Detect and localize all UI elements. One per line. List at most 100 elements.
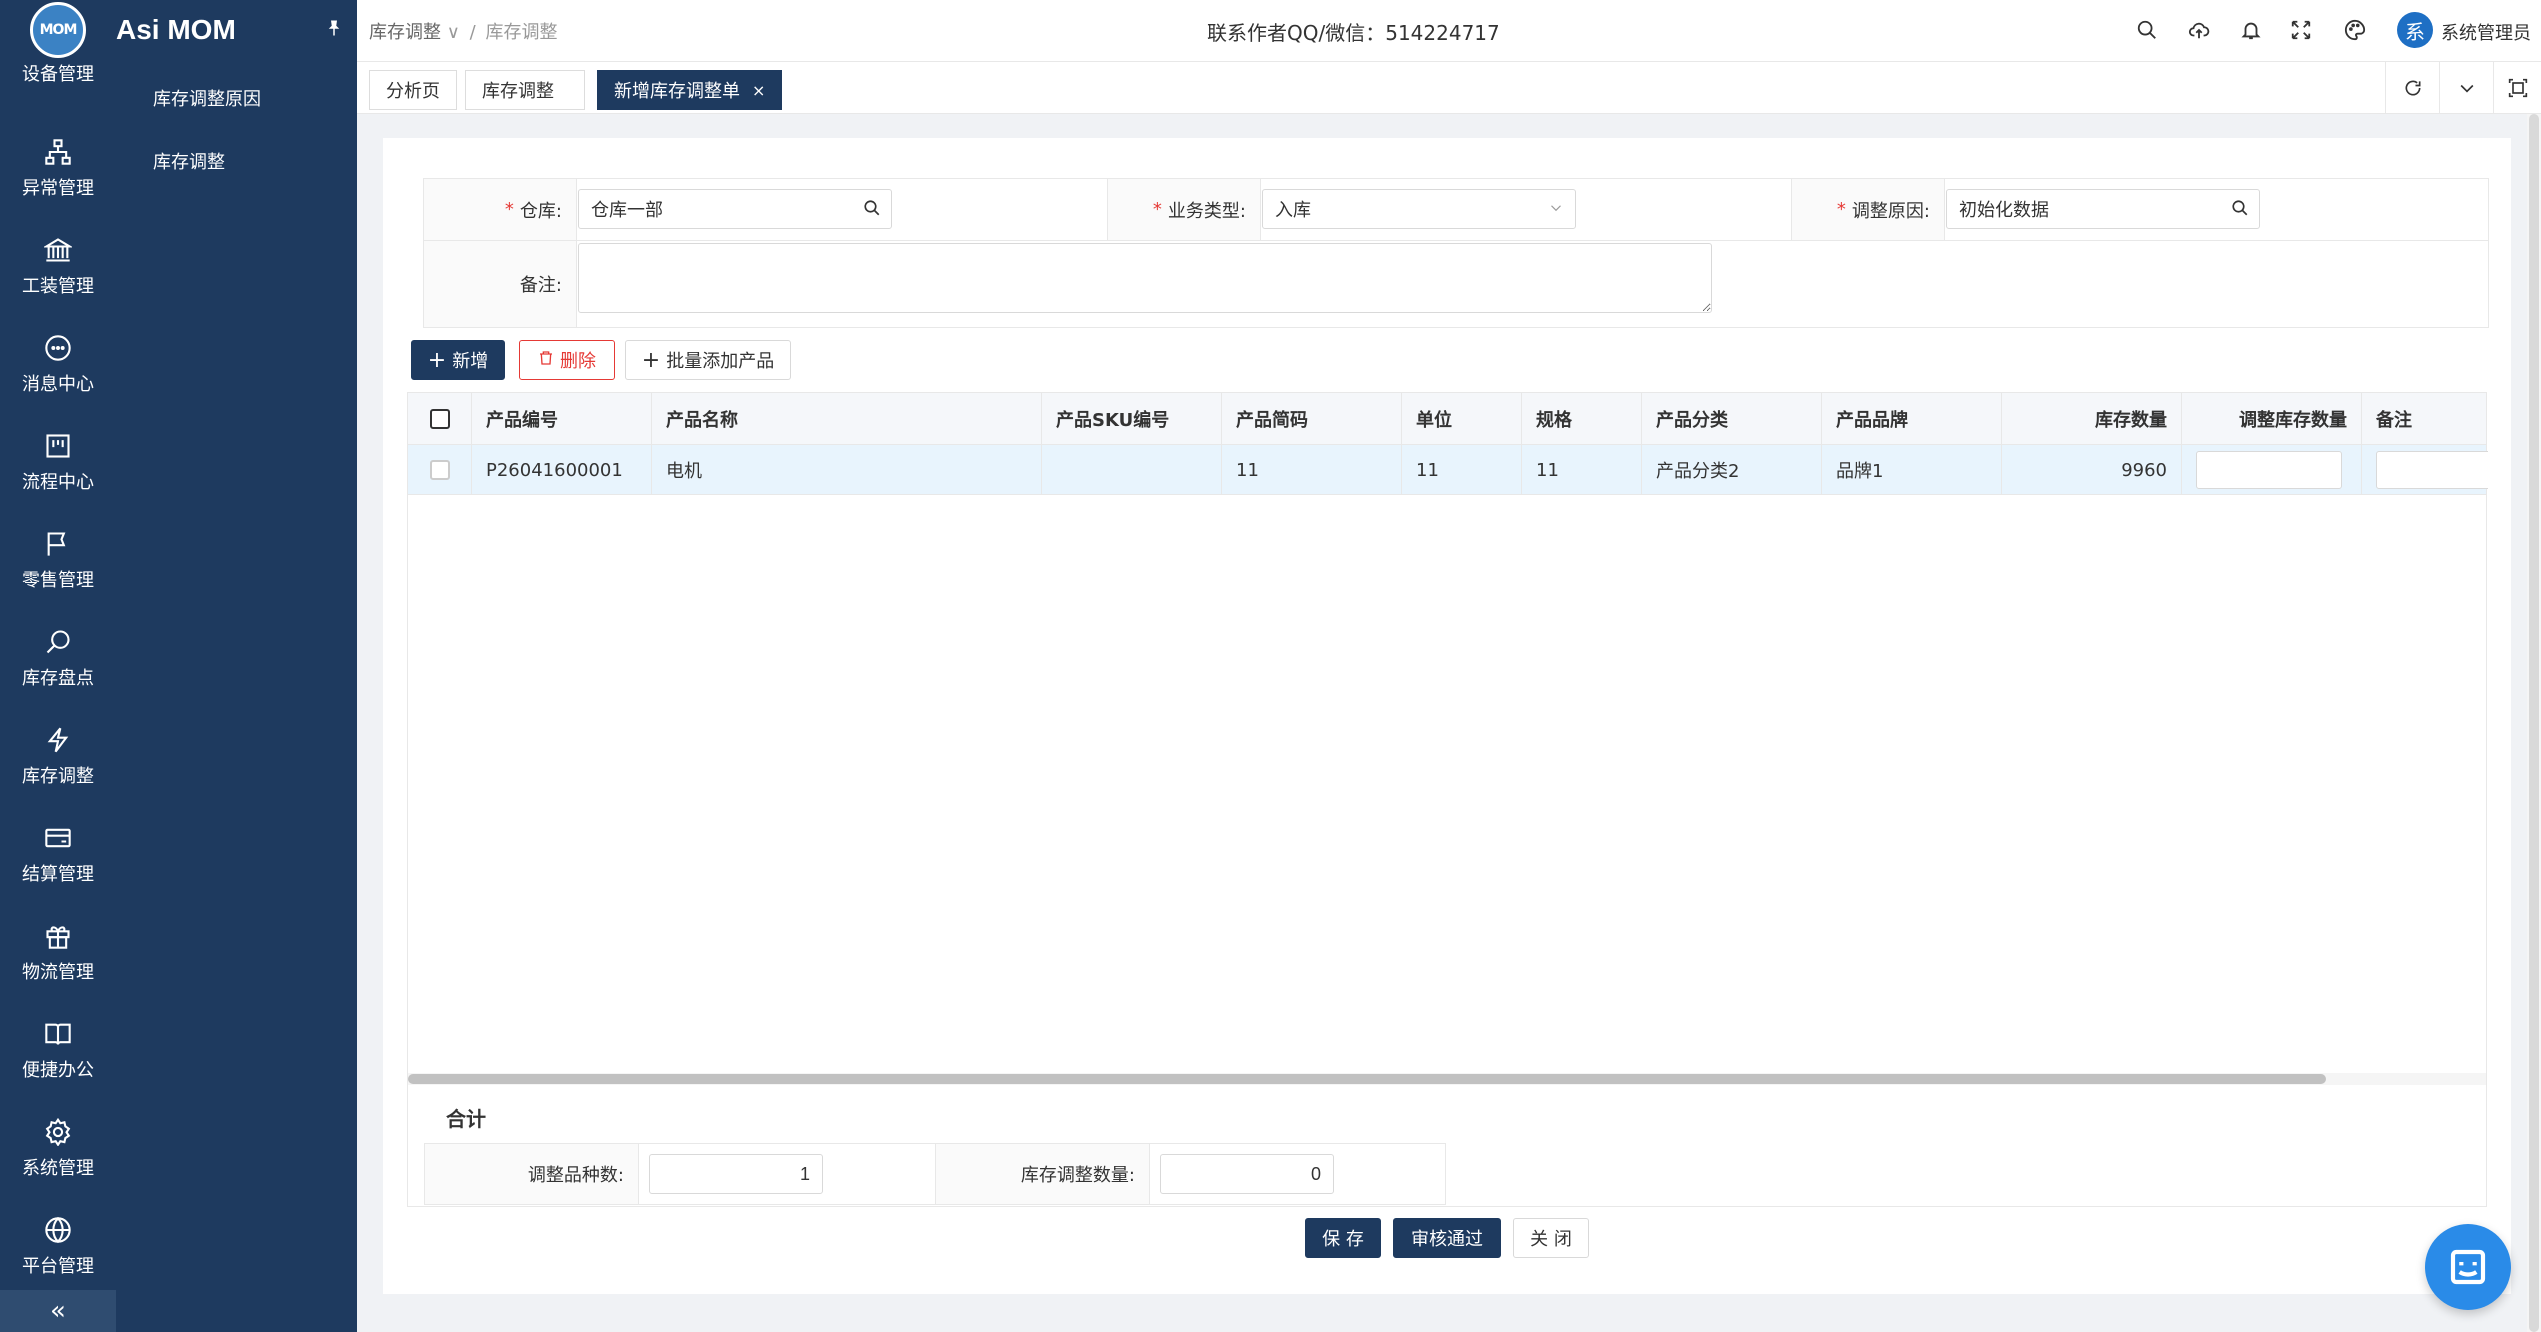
main-panel: * 仓库: 仓库一部 * 业务类型: 入库 * 调整原因: 初始化数据 备注: + 新 [383,138,2511,1294]
lightning-icon [47,727,69,753]
warehouse-label: * 仓库: [424,179,577,240]
column-header[interactable]: 产品名称 [652,393,1042,445]
flag-icon [47,532,66,556]
batch-add-button[interactable]: + 批量添加产品 [625,340,791,380]
rail-item-logistics[interactable]: 物流管理 [0,904,116,1002]
cell-stock: 9960 [2002,445,2182,495]
refresh-icon[interactable] [2385,62,2439,114]
rail-item-tooling[interactable]: 工装管理 [0,218,116,316]
breadcrumb-item[interactable]: 库存调整 [369,22,441,43]
business-type-select[interactable]: 入库 [1262,189,1576,229]
search-icon[interactable] [2133,16,2161,44]
column-header[interactable]: 备注 [2362,393,2488,445]
fullscreen-icon[interactable] [2287,16,2315,44]
rail-item-stocktake[interactable]: 库存盘点 [0,610,116,708]
sub-menu: Asi MOM 库存调整原因 库存调整 [116,0,357,1332]
rail-item-settlement[interactable]: 结算管理 [0,806,116,904]
cell-brand: 品牌1 [1822,445,2002,495]
column-header[interactable]: 单位 [1402,393,1522,445]
submenu-item-adjust-reason[interactable]: 库存调整原因 [153,85,261,111]
adjust-qty-input[interactable] [2196,451,2342,489]
rail-item-flow[interactable]: 流程中心 [0,414,116,512]
bell-icon[interactable] [2237,16,2265,44]
breadcrumb-separator: / [469,22,476,43]
save-button[interactable]: 保 存 [1305,1218,1381,1258]
tab-analysis[interactable]: 分析页 [369,70,457,110]
breadcrumb-item: 库存调整 [485,22,558,43]
rail-item-platform[interactable]: 平台管理 [0,1198,116,1296]
avatar[interactable]: 系 [2397,12,2433,48]
pin-icon[interactable] [325,19,343,42]
remark-label: 备注: [424,241,577,327]
warehouse-field[interactable]: 仓库一部 [578,189,892,229]
maximize-icon[interactable] [2493,62,2541,114]
chevron-down-icon: ∨ [446,22,460,43]
tab-new-adjust-order[interactable]: 新增库存调整单 × [597,70,783,110]
summary-box: 调整品种数: 库存调整数量: [424,1143,1446,1205]
qty-label: 库存调整数量: [936,1144,1150,1204]
rail-item-message[interactable]: 消息中心 [0,316,116,414]
remark-textarea[interactable] [578,243,1712,313]
cell-spec: 11 [1522,445,1642,495]
rail-item-device[interactable]: 设备管理 [0,22,116,92]
reason-field[interactable]: 初始化数据 [1946,189,2260,229]
gear-icon [45,1118,71,1146]
plus-icon: + [427,347,447,373]
approve-button[interactable]: 审核通过 [1393,1218,1501,1258]
reason-label: * 调整原因: [1792,179,1945,240]
robot-icon [2450,1249,2486,1285]
form-row: 备注: [424,241,2488,327]
search-check-icon [46,630,70,654]
kinds-field[interactable] [649,1154,823,1194]
column-header[interactable]: 产品编号 [472,393,652,445]
rail-item-system[interactable]: 系统管理 [0,1100,116,1198]
column-header[interactable]: 产品简码 [1222,393,1402,445]
collapse-button[interactable]: « [0,1290,116,1332]
trash-icon [538,350,554,371]
cell-adjust-qty [2182,445,2362,495]
rail-item-stock-adjust[interactable]: 库存调整 [0,708,116,806]
rail-item-retail[interactable]: 零售管理 [0,512,116,610]
form-row: * 仓库: 仓库一部 * 业务类型: 入库 * 调整原因: 初始化数据 [424,179,2488,241]
tab-stock-adjust[interactable]: 库存调整 [465,70,585,110]
top-header: 库存调整 ∨ / 库存调整 联系作者QQ/微信：514224717 系 系统管理… [357,0,2541,62]
column-header[interactable]: 调整库存数量 [2182,393,2362,445]
globe-icon [45,1216,71,1244]
column-header[interactable]: 产品分类 [1642,393,1822,445]
table-row[interactable]: P26041600001 电机 11 11 11 产品分类2 品牌1 9960 [408,445,2488,495]
column-header[interactable]: 库存数量 [2002,393,2182,445]
table-header: 产品编号 产品名称 产品SKU编号 产品简码 单位 规格 产品分类 产品品牌 库… [408,393,2486,445]
close-icon[interactable]: × [752,81,765,100]
icon-rail: MOM 设备管理 异常管理 工装管理 消息中心 流程中心 零售管理 库存盘点 库… [0,0,116,1332]
vertical-scrollbar[interactable] [2527,114,2541,1332]
chatbot-button[interactable] [2425,1224,2511,1310]
close-button[interactable]: 关 闭 [1513,1218,1589,1258]
chevron-down-icon[interactable] [2439,62,2493,114]
column-header[interactable]: 产品SKU编号 [1042,393,1222,445]
delete-button[interactable]: 删除 [519,340,615,380]
search-icon[interactable] [2231,199,2249,222]
search-icon[interactable] [863,199,881,222]
palette-icon[interactable] [2341,16,2369,44]
select-all-checkbox[interactable] [408,393,472,445]
message-icon [45,335,71,361]
submenu-item-stock-adjust[interactable]: 库存调整 [153,148,225,174]
chevron-down-icon [1547,199,1565,222]
horizontal-scrollbar[interactable] [408,1073,2486,1085]
rail-item-label: 设备管理 [22,64,94,85]
cloud-upload-icon[interactable] [2185,16,2213,44]
remark-input[interactable] [2376,451,2488,489]
gift-icon [46,926,70,949]
qty-field[interactable] [1160,1154,1334,1194]
double-chevron-left-icon: « [50,1296,66,1326]
cell-sku [1042,445,1222,495]
add-button[interactable]: + 新增 [411,340,505,380]
column-header[interactable]: 规格 [1522,393,1642,445]
username[interactable]: 系统管理员 [2441,19,2531,45]
business-type-label: * 业务类型: [1108,179,1261,240]
row-checkbox[interactable] [408,445,472,495]
rail-item-office[interactable]: 便捷办公 [0,1002,116,1100]
contact-info: 联系作者QQ/微信：514224717 [1207,21,1500,45]
column-header[interactable]: 产品品牌 [1822,393,2002,445]
rail-item-exception[interactable]: 异常管理 [0,120,116,218]
